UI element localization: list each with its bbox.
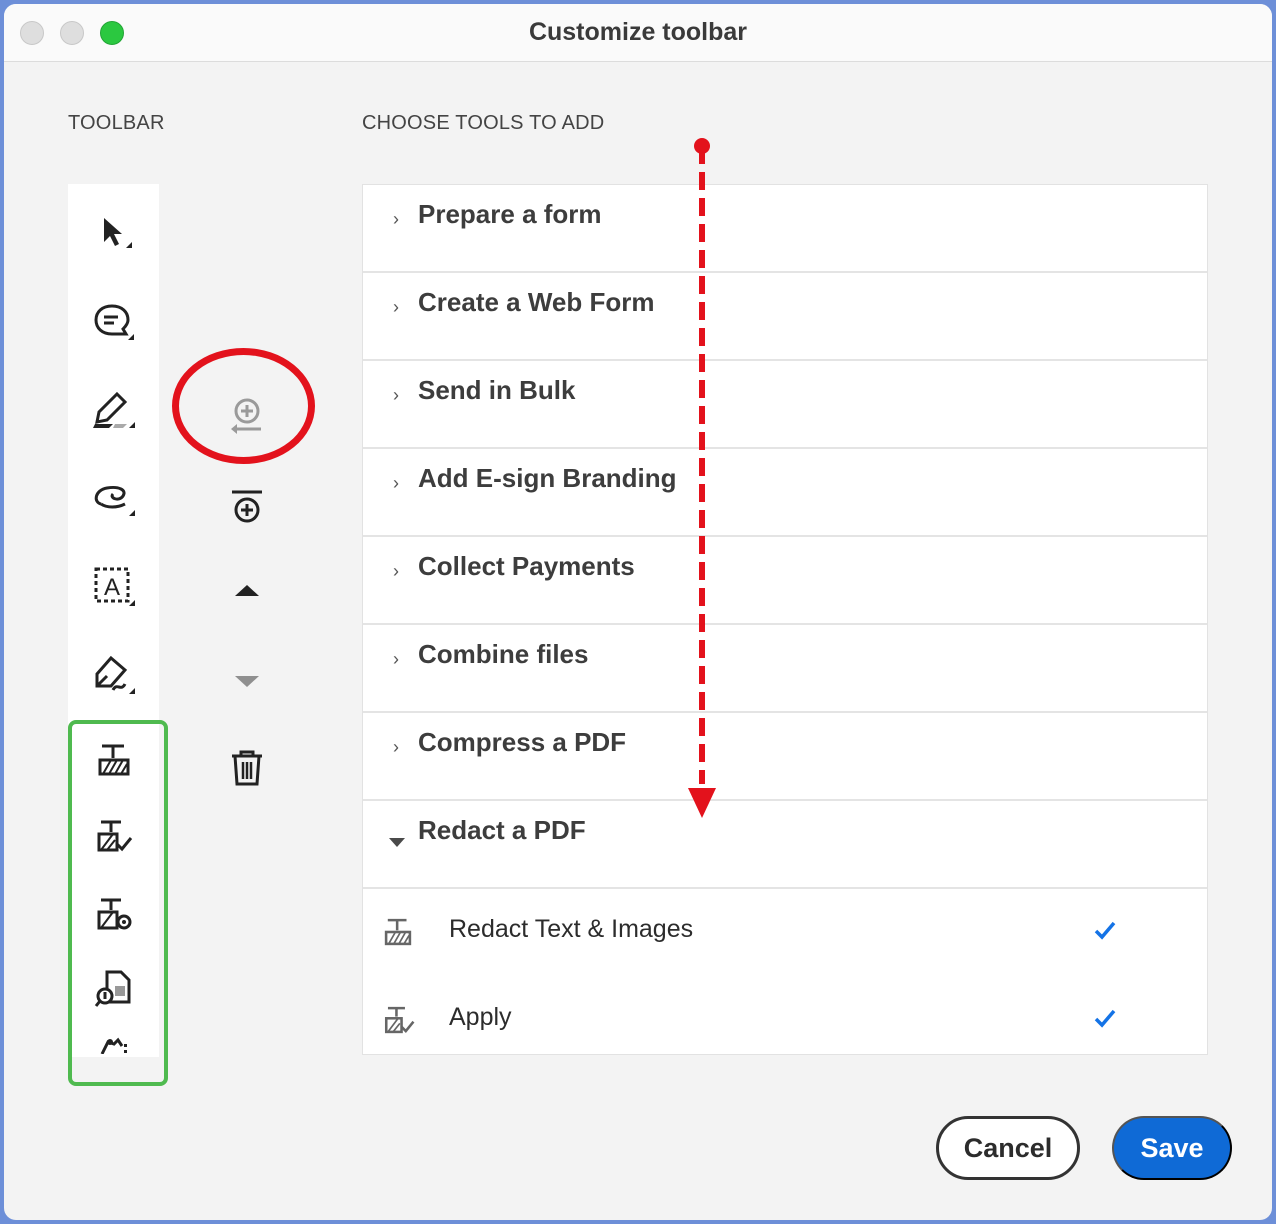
chevron-right-icon: ›	[393, 737, 399, 757]
tool-label: Redact Text & Images	[449, 915, 694, 943]
category-add-e-sign-branding[interactable]: › Add E-sign Branding	[363, 449, 1207, 537]
title-bar: Customize toolbar	[4, 4, 1272, 62]
svg-text:A: A	[103, 574, 119, 601]
chevron-right-icon: ›	[393, 561, 399, 581]
choose-tools-section-label: CHOOSE TOOLS TO ADD	[362, 112, 605, 134]
move-down-icon[interactable]	[220, 656, 274, 706]
category-send-in-bulk[interactable]: › Send in Bulk	[363, 361, 1207, 449]
checkmark-icon	[1093, 1007, 1117, 1034]
category-label: Create a Web Form	[418, 287, 655, 317]
chevron-right-icon: ›	[393, 473, 399, 493]
add-tool-highlight-circle	[172, 348, 315, 464]
redact-text-images-icon	[381, 915, 415, 954]
text-box-icon[interactable]: A	[68, 556, 159, 616]
category-combine-files[interactable]: › Combine files	[363, 625, 1207, 713]
apply-redaction-icon	[381, 1003, 417, 1042]
category-prepare-a-form[interactable]: › Prepare a form	[363, 185, 1207, 273]
highlight-pen-icon[interactable]	[68, 380, 159, 440]
category-create-a-web-form[interactable]: › Create a Web Form	[363, 273, 1207, 361]
category-redact-a-pdf[interactable]: Redact a PDF	[363, 801, 1207, 889]
category-label: Send in Bulk	[418, 375, 576, 405]
delete-icon[interactable]	[220, 741, 274, 795]
category-label: Combine files	[418, 639, 589, 669]
chevron-down-icon	[389, 838, 405, 847]
fill-sign-pen-icon[interactable]	[68, 644, 159, 704]
chevron-right-icon: ›	[393, 385, 399, 405]
chevron-right-icon: ›	[393, 297, 399, 317]
cancel-button[interactable]: Cancel	[936, 1116, 1080, 1180]
save-button[interactable]: Save	[1112, 1116, 1232, 1180]
dialog-title: Customize toolbar	[528, 18, 748, 46]
chevron-right-icon: ›	[393, 209, 399, 229]
add-divider-icon[interactable]	[220, 479, 274, 533]
chevron-right-icon: ›	[393, 649, 399, 669]
move-up-icon[interactable]	[220, 566, 274, 616]
category-collect-payments[interactable]: › Collect Payments	[363, 537, 1207, 625]
tool-item-apply[interactable]: Apply	[363, 977, 1207, 1065]
category-label: Add E-sign Branding	[418, 463, 677, 493]
select-arrow-icon[interactable]	[68, 204, 159, 264]
tool-item-redact-text-images[interactable]: Redact Text & Images	[363, 889, 1207, 977]
scroll-direction-arrow-annotation	[688, 138, 716, 818]
tools-category-list: › Prepare a form › Create a Web Form › S…	[362, 184, 1208, 1055]
freehand-draw-icon[interactable]	[68, 468, 159, 528]
checkmark-icon	[1093, 919, 1117, 946]
tool-label: Apply	[449, 1003, 512, 1031]
redaction-tools-highlight-box	[68, 720, 168, 1086]
category-label: Prepare a form	[418, 199, 602, 229]
category-compress-a-pdf[interactable]: › Compress a PDF	[363, 713, 1207, 801]
customize-toolbar-dialog: Customize toolbar TOOLBAR CHOOSE TOOLS T…	[4, 4, 1272, 1220]
category-label: Collect Payments	[418, 551, 635, 581]
comment-icon[interactable]	[68, 292, 159, 352]
category-label: Redact a PDF	[418, 815, 586, 845]
category-label: Compress a PDF	[418, 727, 627, 757]
toolbar-section-label: TOOLBAR	[68, 112, 165, 134]
